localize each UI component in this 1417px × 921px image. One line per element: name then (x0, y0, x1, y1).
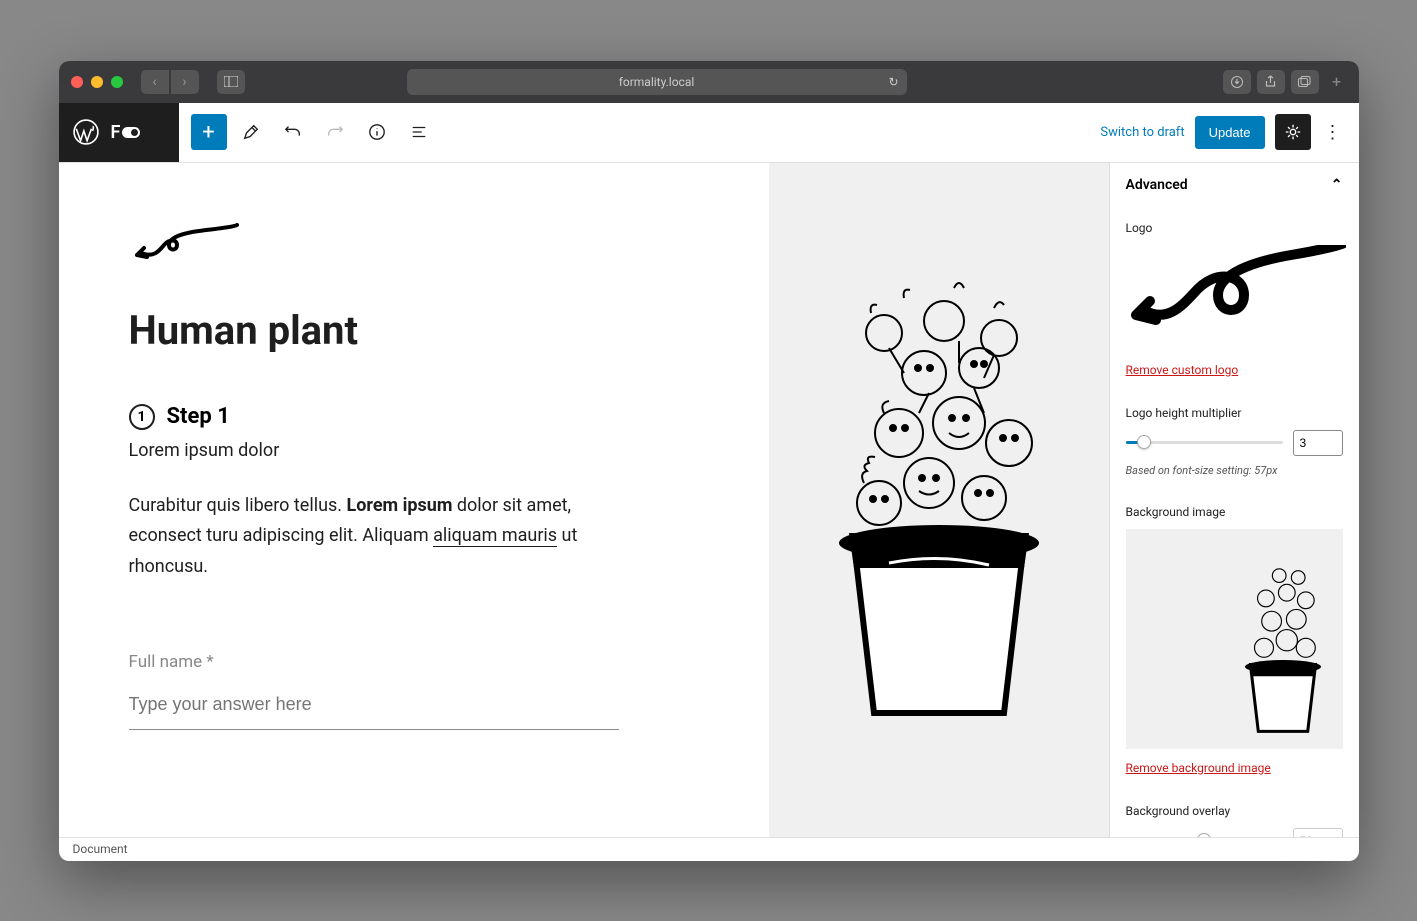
outline-button[interactable] (401, 114, 437, 150)
plant-illustration (809, 233, 1069, 733)
logo-height-slider[interactable] (1126, 441, 1283, 444)
step-number-badge: 1 (129, 404, 155, 430)
maximize-window-button[interactable] (111, 76, 123, 88)
tabs-button[interactable] (1291, 70, 1319, 94)
back-button[interactable]: ‹ (141, 70, 169, 94)
editor-toolbar: F + Switch (59, 103, 1359, 163)
update-button[interactable]: Update (1195, 116, 1265, 149)
breadcrumb-bar: Document (59, 837, 1359, 861)
breadcrumb[interactable]: Document (73, 842, 128, 856)
info-button[interactable] (359, 114, 395, 150)
chevron-up-icon: ⌃ (1331, 177, 1343, 193)
minimize-window-button[interactable] (91, 76, 103, 88)
full-name-input[interactable] (129, 686, 619, 730)
logo-label: Logo (1126, 221, 1343, 235)
bg-image-label: Background image (1126, 505, 1343, 519)
field-label[interactable]: Full name * (129, 652, 699, 672)
undo-button[interactable] (275, 114, 311, 150)
edit-mode-button[interactable] (233, 114, 269, 150)
new-tab-button[interactable]: + (1327, 72, 1347, 91)
step-description[interactable]: Curabitur quis libero tellus. Lorem ipsu… (129, 491, 619, 583)
logo-height-input[interactable] (1293, 430, 1343, 456)
remove-logo-link[interactable]: Remove custom logo (1126, 363, 1239, 377)
switch-to-draft-link[interactable]: Switch to draft (1100, 125, 1184, 140)
step-subtitle[interactable]: Lorem ipsum dolor (129, 440, 699, 461)
browser-chrome: ‹ › formality.local ↻ + (59, 61, 1359, 103)
form-logo (129, 223, 699, 277)
bg-overlay-input[interactable] (1293, 828, 1343, 837)
reload-icon[interactable]: ↻ (888, 75, 898, 89)
formality-logo[interactable]: F (111, 122, 141, 143)
step-title[interactable]: Step 1 (167, 404, 230, 429)
form-preview: Human plant 1 Step 1 Lorem ipsum dolor C… (59, 163, 769, 837)
share-button[interactable] (1257, 70, 1285, 94)
advanced-panel-header[interactable]: Advanced ⌃ (1126, 177, 1343, 193)
form-title[interactable]: Human plant (129, 307, 699, 354)
url-bar[interactable]: formality.local ↻ (407, 69, 907, 95)
url-text: formality.local (619, 75, 695, 89)
logo-area: F (59, 103, 179, 163)
logo-preview[interactable] (1126, 245, 1343, 349)
remove-bg-link[interactable]: Remove background image (1126, 761, 1271, 775)
close-window-button[interactable] (71, 76, 83, 88)
logo-height-hint: Based on font-size setting: 57px (1126, 464, 1343, 477)
background-preview-panel (769, 163, 1109, 837)
forward-button[interactable]: › (171, 70, 199, 94)
settings-sidebar: Advanced ⌃ Logo Remove custom logo Logo … (1109, 163, 1359, 837)
downloads-button[interactable] (1223, 70, 1251, 94)
sidebar-toggle-button[interactable] (217, 70, 245, 94)
add-block-button[interactable]: + (191, 114, 227, 150)
logo-height-label: Logo height multiplier (1126, 406, 1343, 420)
bg-image-thumbnail[interactable] (1126, 529, 1343, 749)
wordpress-logo-icon[interactable] (73, 119, 99, 145)
more-options-button[interactable]: ⋮ (1321, 122, 1345, 143)
bg-overlay-label: Background overlay (1126, 804, 1343, 818)
traffic-lights (71, 76, 123, 88)
settings-button[interactable] (1275, 114, 1311, 150)
redo-button[interactable] (317, 114, 353, 150)
